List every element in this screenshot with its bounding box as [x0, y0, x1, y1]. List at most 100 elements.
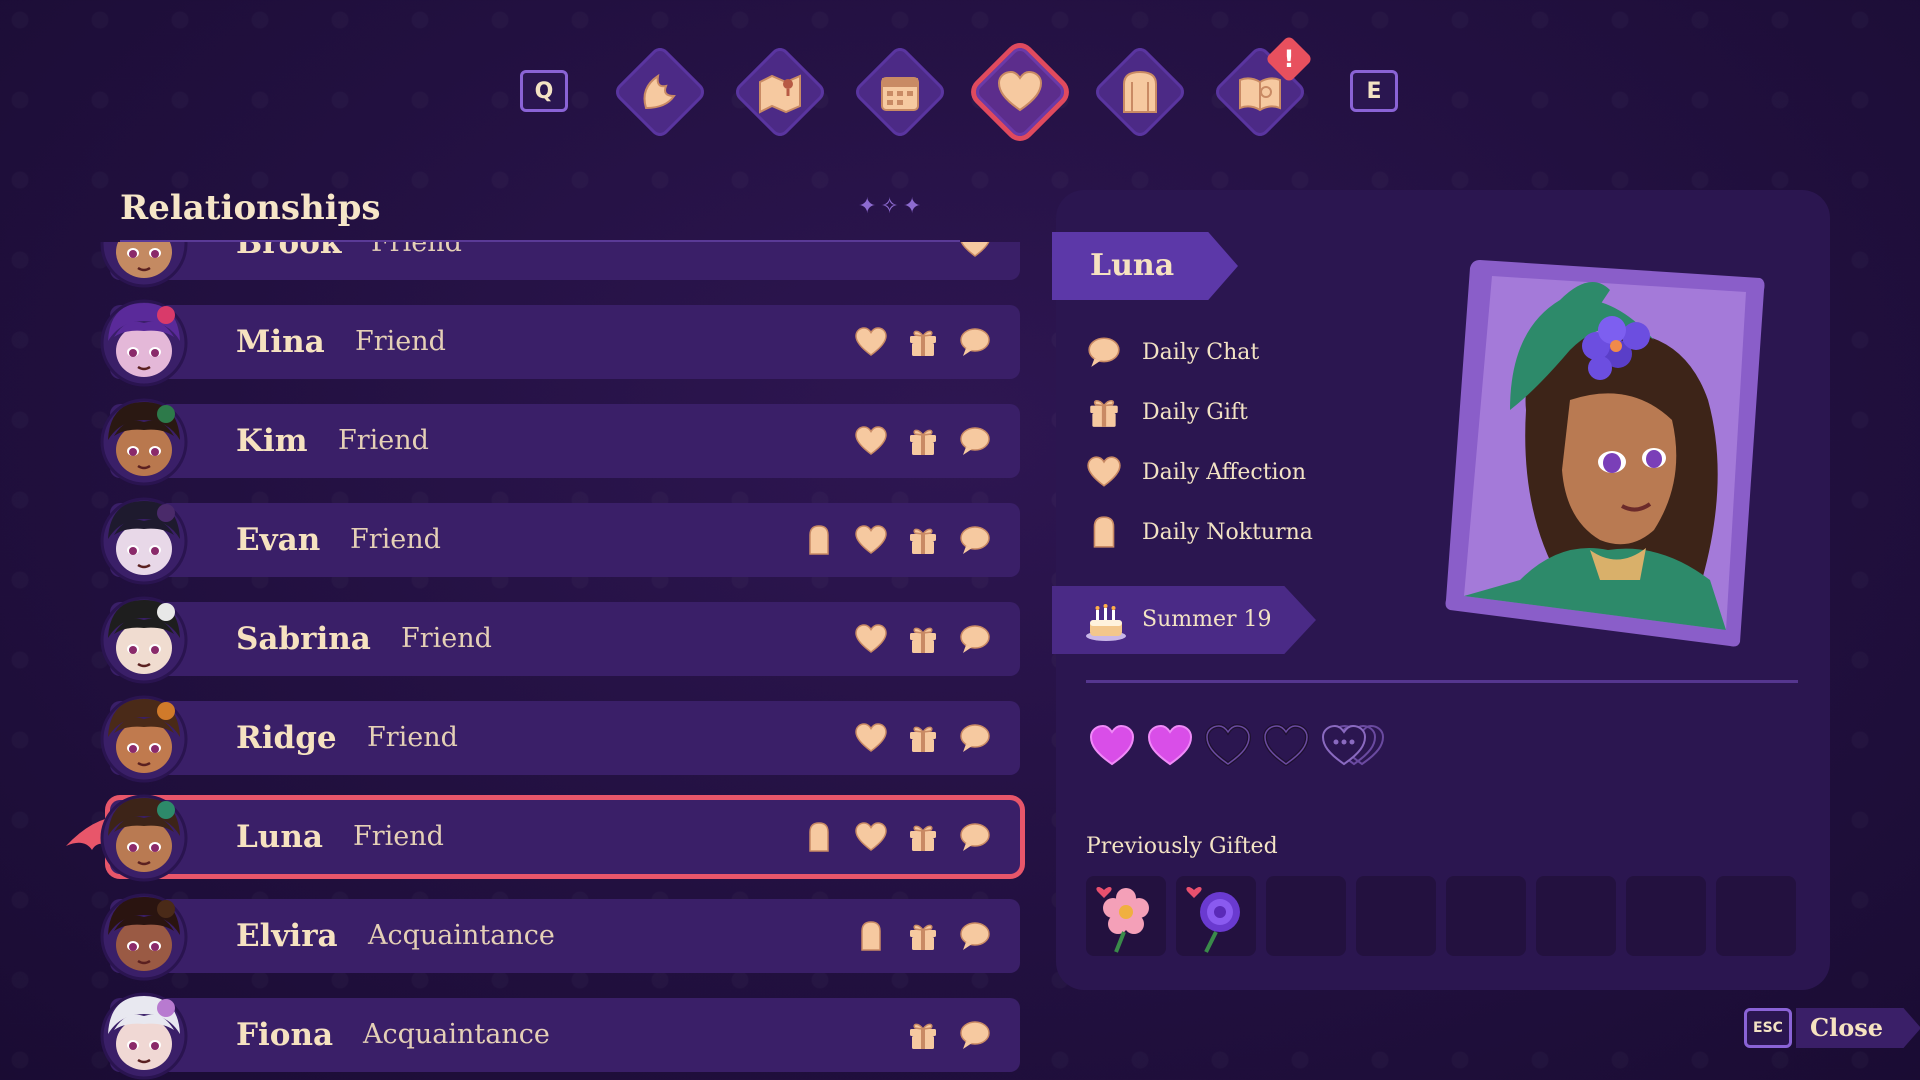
character-name: Mina — [236, 324, 325, 360]
previously-gifted-label: Previously Gifted — [1086, 834, 1278, 859]
daily-item-daily-chat: Daily Chat — [1086, 332, 1259, 372]
page-title: Relationships — [120, 188, 381, 228]
panel-divider — [1086, 680, 1798, 683]
avatar-kim — [100, 398, 188, 486]
avatar-brook — [100, 242, 188, 288]
gift-icon — [910, 825, 936, 851]
relationship-row-kim[interactable]: Kim Friend — [100, 398, 1020, 486]
gift-icon — [910, 924, 936, 950]
relationship-row-elvira[interactable]: Elvira Acquaintance — [100, 893, 1020, 981]
heart-icon — [855, 327, 887, 356]
gift-slot-empty — [1536, 876, 1616, 956]
daily-status-icons — [802, 523, 992, 557]
relationship-row-luna[interactable]: Luna Friend — [100, 794, 1020, 882]
daily-label: Daily Gift — [1142, 399, 1248, 425]
character-name: Elvira — [236, 918, 338, 954]
heart-icon — [960, 242, 990, 257]
chat-icon — [960, 922, 990, 950]
wing-icon — [643, 73, 676, 110]
chat-icon — [960, 328, 990, 356]
character-name: Evan — [236, 522, 321, 558]
nav-tab-door[interactable] — [1091, 43, 1189, 141]
gift-icon — [910, 1023, 936, 1049]
relationship-status: Friend — [401, 623, 492, 654]
relationship-row-mina[interactable]: Mina Friend — [100, 299, 1020, 387]
avatar-mina — [100, 299, 188, 387]
character-name: Ridge — [236, 720, 337, 756]
nav-tab-heart[interactable] — [971, 43, 1069, 141]
avatar-elvira — [100, 893, 188, 981]
relationship-row-fiona[interactable]: Fiona Acquaintance — [100, 992, 1020, 1080]
relationship-row-brook[interactable]: Brook Friend — [100, 242, 1020, 288]
character-name: Luna — [236, 819, 323, 855]
daily-label: Daily Affection — [1142, 459, 1307, 485]
close-button[interactable]: ESC Close — [1744, 1006, 1920, 1050]
nav-tab-map[interactable] — [731, 43, 829, 141]
cake-icon — [1086, 604, 1126, 641]
alert-badge: ! — [1264, 34, 1314, 84]
character-name: Luna — [1090, 248, 1175, 283]
heart-empty-icon — [1262, 723, 1310, 766]
chat-icon — [1088, 337, 1120, 367]
gift-slot-filled[interactable] — [1086, 876, 1166, 956]
gift-icon — [910, 528, 936, 554]
gift-icon — [910, 330, 936, 356]
heart-filled-icon — [1089, 724, 1135, 766]
character-name: Sabrina — [236, 621, 371, 657]
daily-status-icons — [854, 325, 992, 359]
gift-icon — [1090, 399, 1118, 427]
character-name-ribbon: Luna — [1052, 232, 1238, 300]
gift-slot-filled[interactable] — [1176, 876, 1256, 956]
heart-icon — [997, 70, 1043, 112]
avatar-ridge — [100, 695, 188, 783]
character-name: Kim — [236, 423, 308, 459]
daily-status-icons — [802, 820, 992, 854]
chat-icon — [960, 1021, 990, 1049]
sparkle-icon: ✦✧✦ — [858, 194, 926, 219]
nokturna-icon — [1093, 516, 1115, 548]
heart-icon — [855, 624, 887, 653]
character-portrait — [1445, 260, 1765, 647]
gift-slot-empty — [1716, 876, 1796, 956]
daily-item-daily-nokturna: Daily Nokturna — [1086, 512, 1313, 552]
close-label: Close — [1796, 1008, 1920, 1048]
heart-icon — [855, 426, 887, 455]
top-nav: Q ! E — [0, 34, 1920, 148]
relationship-row-evan[interactable]: Evan Friend — [100, 497, 1020, 585]
avatar-luna — [100, 794, 188, 882]
chat-icon — [960, 823, 990, 851]
friendship-hearts — [1088, 722, 1390, 766]
relationship-status: Friend — [353, 821, 444, 852]
birthday-ribbon: Summer 19 — [1052, 586, 1316, 654]
next-tab-key[interactable]: E — [1350, 70, 1398, 112]
gift-slots — [1086, 876, 1796, 956]
relationship-status: Acquaintance — [368, 920, 555, 951]
purple-rose-icon — [1186, 886, 1240, 953]
gift-slot-empty — [1266, 876, 1346, 956]
relationship-row-sabrina[interactable]: Sabrina Friend — [100, 596, 1020, 684]
relationship-row-ridge[interactable]: Ridge Friend — [100, 695, 1020, 783]
daily-status-icons — [854, 622, 992, 656]
chat-icon — [960, 427, 990, 455]
relationship-status: Friend — [355, 326, 446, 357]
relationship-list[interactable]: Brook Friend Mina Friend Kim Friend Evan Fri… — [60, 242, 1040, 1080]
heart-filled-icon — [1147, 724, 1193, 766]
gift-slot-empty — [1626, 876, 1706, 956]
gift-icon — [910, 726, 936, 752]
gift-slot-empty — [1356, 876, 1436, 956]
prev-tab-key[interactable]: Q — [520, 70, 568, 112]
relationship-status: Friend — [350, 524, 441, 555]
nav-tab-wing[interactable] — [611, 43, 709, 141]
gift-icon — [910, 627, 936, 653]
daily-status-icons — [854, 919, 992, 953]
gift-slot-empty — [1446, 876, 1526, 956]
esc-key: ESC — [1744, 1008, 1792, 1048]
nav-tab-calendar[interactable] — [851, 43, 949, 141]
daily-label: Daily Nokturna — [1142, 519, 1313, 545]
heart-icon — [1087, 456, 1121, 487]
daily-status-icons — [958, 242, 992, 260]
avatar-sabrina — [100, 596, 188, 684]
avatar-fiona — [100, 992, 188, 1080]
nav-tab-book[interactable]: ! — [1211, 34, 1314, 141]
relationship-status: Friend — [371, 242, 462, 258]
